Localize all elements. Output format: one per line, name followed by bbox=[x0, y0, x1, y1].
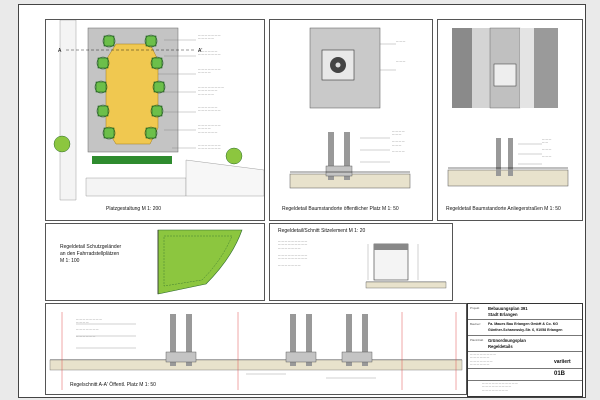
panel-seat: Regeldetail/Schnitt Sitzelement M 1: 20 … bbox=[269, 223, 453, 301]
plaza-annotation: — — — — — — — — — — — — — bbox=[198, 50, 221, 57]
plan-number: 01B bbox=[554, 371, 566, 377]
plaza-annotation: — — — — — — — — — — — bbox=[198, 68, 221, 75]
plaza-annotation: — — — — — — — — — — — — — — — — — bbox=[198, 124, 221, 134]
railing-caption-line1: Regeldetail Schutzgeländer bbox=[60, 244, 122, 250]
tree-street-caption: Regeldetail Baumstandorte Anliegerstraße… bbox=[446, 206, 561, 212]
section-drawing bbox=[49, 312, 463, 390]
seat-caption: Regeldetail/Schnitt Sitzelement M 1: 20 bbox=[278, 228, 366, 234]
project-line1: Bebauungsplan 391 bbox=[488, 306, 528, 311]
status-text: variiert bbox=[554, 359, 571, 365]
client-line2: Günther-Scharowsky-Str. 6, 91058 Erlange… bbox=[488, 328, 563, 332]
panel-section: — — — — — — — — — — — — — — — — — — — — — —… bbox=[45, 303, 467, 395]
project-label: Projekt bbox=[470, 306, 480, 310]
panel-railing: Regeldetail Schutzgeländer an den Fahrra… bbox=[45, 223, 265, 301]
plaza-caption: Platzgestaltung M 1: 200 bbox=[106, 206, 162, 212]
panel-tree-public: — — — — — — — — — — — — — — — — — — — — — — —… bbox=[269, 19, 433, 221]
plaza-annotation: — — — — — — — — — — — — bbox=[198, 34, 221, 41]
client-line1: Fa. Maues Bau Erlangen GmbH & Co. KG bbox=[488, 322, 559, 326]
drawing-sheet: A A' — — — — — — — — — — — — — — — — — — —… bbox=[18, 4, 586, 398]
project-line2: Stadt Erlangen bbox=[488, 312, 518, 317]
tree-street-annotation: — — — — — — — — — — — bbox=[542, 138, 552, 159]
client-label: Bauherr bbox=[470, 322, 481, 326]
tree-public-drawing bbox=[289, 27, 411, 189]
office-stamp: — — — — — — — — — — — — — — — — — — — — — … bbox=[482, 382, 518, 392]
tree-public-annotation: — — — — — — — — — — — — — — — — — — bbox=[392, 130, 405, 154]
tree-street-drawing bbox=[447, 27, 569, 187]
panel-tree-street: — — — — — — — — — — — Regeldetail Baumstand… bbox=[437, 19, 583, 221]
plaza-annotation: — — — — — — — — — — — — — bbox=[198, 106, 221, 113]
plaza-annotation: — — — — — — — — — — — — — — bbox=[198, 144, 221, 151]
railing-caption-line2: an den Fahrradstellplätzen bbox=[60, 251, 120, 257]
seat-annotation: — — — — — — — — — — — — — — — — — — — — — … bbox=[278, 240, 308, 267]
plaza-annotation: — — — — — — — — — — — — — — — — — — — bbox=[198, 86, 224, 96]
title-block: Projekt Bebauungsplan 391 Stadt Erlangen… bbox=[467, 303, 583, 397]
content-line2: Regeldetails bbox=[488, 344, 513, 349]
tree-public-annotation: — — — — — — bbox=[396, 40, 406, 64]
section-caption: Regelschnitt A-A' Öffentl. Platz M 1: 50 bbox=[70, 382, 156, 388]
panel-plaza-plan: A A' — — — — — — — — — — — — — — — — — — —… bbox=[45, 19, 265, 221]
title-block-fields: — — — — — — — — — — — — — — — — — — — — — —… bbox=[470, 353, 496, 367]
railing-caption-line3: M 1: 100 bbox=[60, 258, 80, 264]
content-label: Planinhalt bbox=[470, 338, 484, 342]
tree-public-caption: Regeldetail Baumstandorte öffentlicher P… bbox=[282, 206, 399, 212]
section-annotation: — — — — — — — — — — — — — — — — — — — — — —… bbox=[76, 318, 102, 339]
content-line1: Grünordnungsplan bbox=[488, 338, 526, 343]
plaza-plan-drawing: A A' bbox=[46, 20, 264, 220]
